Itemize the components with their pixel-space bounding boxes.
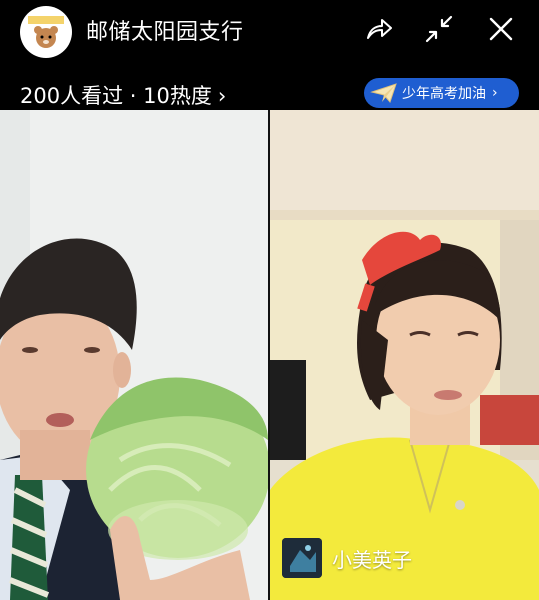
channel-title: 邮储太阳园支行	[86, 20, 244, 45]
chevron-right-icon: ›	[492, 85, 498, 101]
video-feed-host	[0, 110, 268, 600]
share-icon[interactable]	[364, 14, 394, 44]
promo-banner[interactable]: 少年高考加油 ›	[364, 78, 519, 108]
close-icon[interactable]	[486, 14, 516, 44]
view-stats[interactable]: 200人看过 · 10热度 ›	[20, 80, 226, 110]
top-bar: 邮储太阳园支行 200人看过 · 10热度 › 少年高考加油 ›	[0, 0, 539, 110]
chevron-right-icon: ›	[217, 84, 227, 108]
promo-banner-label: 少年高考加油	[402, 86, 486, 102]
participant-avatar	[282, 538, 322, 578]
participant-name: 小美英子	[332, 547, 412, 572]
view-stats-text: 200人看过 · 10热度	[20, 84, 212, 108]
channel-avatar[interactable]	[20, 6, 72, 58]
guest-video-frame	[270, 110, 539, 600]
collapse-icon[interactable]	[424, 14, 454, 44]
participant-label[interactable]: 小美英子	[282, 538, 412, 578]
host-video-frame	[0, 110, 268, 600]
video-feed-guest	[270, 110, 539, 600]
paper-plane-icon	[370, 83, 397, 103]
